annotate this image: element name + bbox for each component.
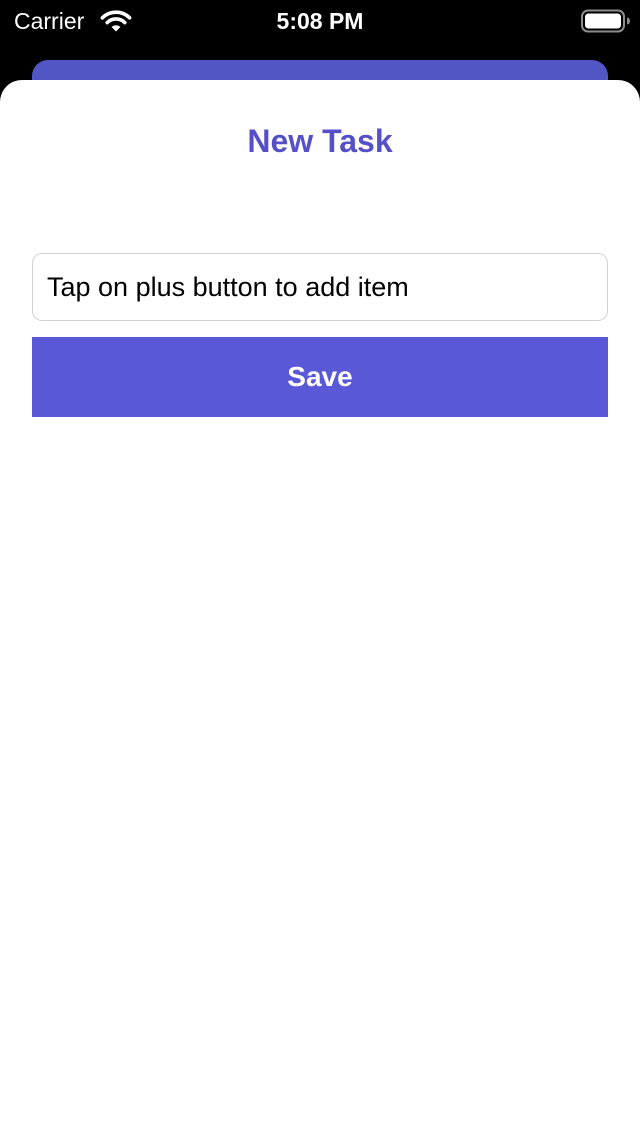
new-task-sheet: New Task Save: [0, 80, 640, 1136]
task-input[interactable]: [32, 253, 608, 321]
sheet-title: New Task: [247, 123, 393, 159]
status-bar: Carrier 5:08 PM: [0, 0, 640, 40]
save-button[interactable]: Save: [32, 337, 608, 417]
battery-icon: [581, 9, 630, 33]
clock: 5:08 PM: [276, 8, 364, 34]
